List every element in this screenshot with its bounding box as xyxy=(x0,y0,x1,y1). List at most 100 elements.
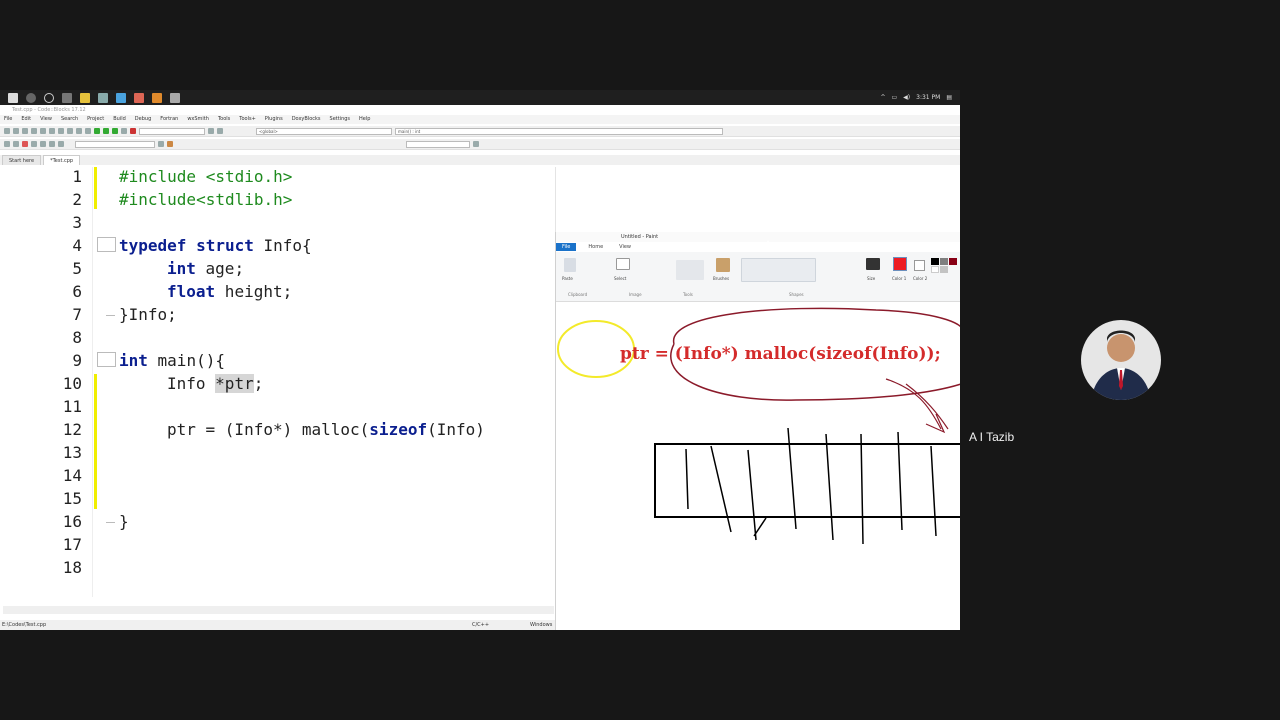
save-all-icon[interactable] xyxy=(31,128,37,134)
menu-file[interactable]: File xyxy=(4,115,12,124)
brushes-button-label[interactable]: Brushes xyxy=(713,276,729,281)
size-icon[interactable] xyxy=(866,258,880,270)
search-icon[interactable] xyxy=(473,141,479,147)
tab-test-cpp[interactable]: *Test.cpp xyxy=(43,155,81,165)
chrome-icon[interactable] xyxy=(134,92,144,103)
paint-tab-view[interactable]: View xyxy=(615,244,635,250)
build-run-icon[interactable] xyxy=(112,128,118,134)
fold-end-marker xyxy=(106,315,115,316)
paste-button-label[interactable]: Paste xyxy=(562,276,573,281)
bookmark-icon[interactable] xyxy=(22,141,28,147)
open-icon[interactable] xyxy=(13,128,19,134)
palette-white[interactable] xyxy=(931,266,939,273)
select-button-label[interactable]: Select xyxy=(614,276,626,281)
menu-settings[interactable]: Settings xyxy=(330,115,351,124)
menu-search[interactable]: Search xyxy=(61,115,78,124)
menu-view[interactable]: View xyxy=(40,115,52,124)
menu-fortran[interactable]: Fortran xyxy=(160,115,178,124)
step-icon[interactable] xyxy=(217,128,223,134)
menu-help[interactable]: Help xyxy=(359,115,370,124)
chevron-up-icon[interactable]: ^ xyxy=(880,94,885,101)
code-editor[interactable]: 1 2 3 4 5 6 7 8 9 10 11 12 13 14 15 16 1… xyxy=(0,167,556,614)
menu-doxyblocks[interactable]: DoxyBlocks xyxy=(292,115,321,124)
file-explorer-icon[interactable] xyxy=(80,92,90,103)
paint-canvas[interactable]: ptr = (Info*) malloc(sizeof(Info)); xyxy=(556,304,960,630)
menu-plugins[interactable]: Plugins xyxy=(265,115,283,124)
participant-avatar[interactable] xyxy=(1081,320,1161,400)
secondary-toolbar xyxy=(0,139,960,150)
menu-tools[interactable]: Tools xyxy=(218,115,230,124)
back-icon[interactable] xyxy=(4,141,10,147)
color2-swatch[interactable] xyxy=(914,260,925,271)
select-icon[interactable] xyxy=(616,258,630,270)
volume-icon[interactable]: ◀) xyxy=(903,94,910,101)
fold-marker[interactable] xyxy=(97,237,116,252)
run-icon[interactable] xyxy=(103,128,109,134)
search-box[interactable] xyxy=(406,140,470,148)
paint-tab-home[interactable]: Home xyxy=(584,244,607,250)
rebuild-icon[interactable] xyxy=(121,128,127,134)
cortana-icon[interactable] xyxy=(44,92,54,103)
tab-start-here[interactable]: Start here xyxy=(2,155,42,165)
app-icon[interactable] xyxy=(116,92,126,103)
search-icon[interactable] xyxy=(26,92,36,103)
debug-icon[interactable] xyxy=(208,128,214,134)
abort-icon[interactable] xyxy=(130,128,136,134)
build-icon[interactable] xyxy=(94,128,100,134)
palette-black[interactable] xyxy=(931,258,939,265)
line-number: 11 xyxy=(62,397,82,416)
palette-lightgray[interactable] xyxy=(940,266,948,273)
palette-gray[interactable] xyxy=(940,258,948,265)
jump-icon[interactable] xyxy=(158,141,164,147)
changed-lines-marker xyxy=(94,167,97,209)
color2-button-label[interactable]: Color 2 xyxy=(913,276,927,281)
fold-marker[interactable] xyxy=(97,352,116,367)
app-icon[interactable] xyxy=(98,92,108,103)
redo-icon[interactable] xyxy=(49,128,55,134)
bookmark-prev-icon[interactable] xyxy=(31,141,37,147)
menu-wxsmith[interactable]: wxSmith xyxy=(187,115,209,124)
task-view-icon[interactable] xyxy=(62,92,72,103)
palette-darkred[interactable] xyxy=(949,258,957,265)
paint-tab-file[interactable]: File xyxy=(556,243,577,251)
menu-build[interactable]: Build xyxy=(113,115,126,124)
uncomment-icon[interactable] xyxy=(58,141,64,147)
clock[interactable]: 3:31 PM xyxy=(916,94,940,101)
paint-icon[interactable] xyxy=(170,92,180,103)
menu-project[interactable]: Project xyxy=(87,115,104,124)
size-button-label[interactable]: Size xyxy=(867,276,875,281)
windows-start-icon[interactable] xyxy=(8,92,18,103)
menu-edit[interactable]: Edit xyxy=(21,115,31,124)
notification-icon[interactable]: ▤ xyxy=(946,94,952,101)
cut-icon[interactable] xyxy=(58,128,64,134)
paste-icon[interactable] xyxy=(564,258,576,272)
brushes-icon[interactable] xyxy=(716,258,730,272)
copy-icon[interactable] xyxy=(67,128,73,134)
undo-icon[interactable] xyxy=(40,128,46,134)
save-icon[interactable] xyxy=(22,128,28,134)
participant-name: A I Tazib xyxy=(969,430,1015,444)
codeblocks-icon[interactable] xyxy=(152,92,162,103)
highlight-icon[interactable] xyxy=(167,141,173,147)
handwritten-formula: ptr = (Info*) malloc(sizeof(Info)); xyxy=(620,344,941,364)
paste-icon[interactable] xyxy=(76,128,82,134)
status-bar: E:\Codes\Test.cpp C/C++ Windows xyxy=(0,620,556,630)
main-toolbar: <global> main() : int xyxy=(0,126,960,137)
new-file-icon[interactable] xyxy=(4,128,10,134)
horizontal-scrollbar[interactable] xyxy=(3,606,554,614)
build-target-select[interactable] xyxy=(139,127,205,135)
color1-swatch[interactable] xyxy=(893,257,907,271)
network-icon[interactable]: ▭ xyxy=(892,94,898,101)
shapes-gallery[interactable] xyxy=(741,258,816,282)
comment-icon[interactable] xyxy=(49,141,55,147)
menu-tools-plus[interactable]: Tools+ xyxy=(239,115,256,124)
tools-icons[interactable] xyxy=(676,260,704,280)
menu-debug[interactable]: Debug xyxy=(135,115,151,124)
find-icon[interactable] xyxy=(85,128,91,134)
symbol-select[interactable]: main() : int xyxy=(395,127,723,135)
forward-icon[interactable] xyxy=(13,141,19,147)
bookmark-next-icon[interactable] xyxy=(40,141,46,147)
color1-button-label[interactable]: Color 1 xyxy=(892,276,906,281)
scope-select[interactable]: <global> xyxy=(256,127,392,135)
code-completion-select[interactable] xyxy=(75,140,155,148)
